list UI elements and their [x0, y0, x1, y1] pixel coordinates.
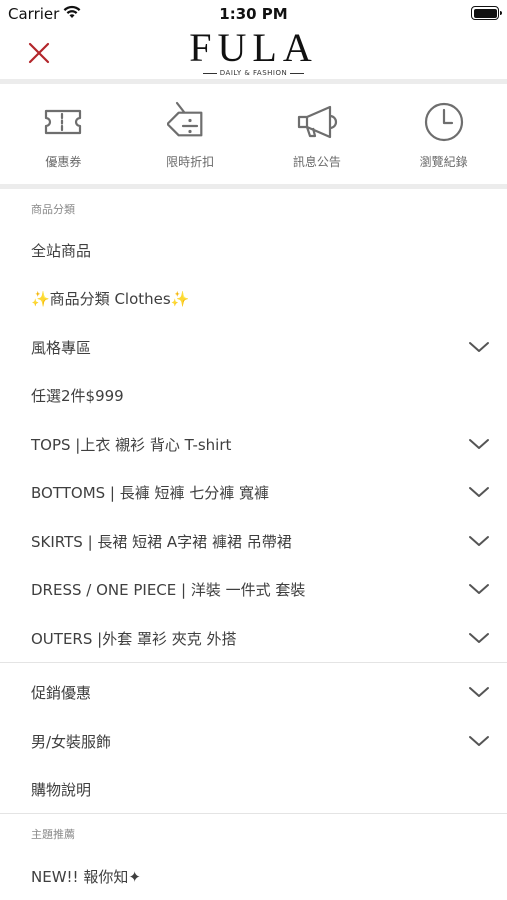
menu-item-apparel[interactable]: 男/女裝服飾	[0, 717, 507, 765]
menu-item-label: 風格專區	[31, 339, 92, 357]
section-divider	[0, 813, 507, 814]
section-divider	[0, 662, 507, 663]
menu-item-clothes[interactable]: ✨商品分類 Clothes✨	[0, 274, 507, 322]
coupon-ticket-icon	[45, 109, 82, 135]
menu-item-label: 全站商品	[31, 242, 92, 260]
menu-item-bottoms[interactable]: BOTTOMS | 長褲 短褲 七分褲 寬褲	[0, 468, 507, 516]
menu-item-label: OUTERS |外套 罩衫 夾克 外搭	[31, 630, 237, 648]
menu-item-tops[interactable]: TOPS |上衣 襯衫 背心 T-shirt	[0, 420, 507, 468]
chevron-down-icon[interactable]	[467, 683, 491, 701]
chevron-down-icon[interactable]	[467, 732, 491, 750]
menu-item-label: ✨商品分類 Clothes✨	[31, 290, 190, 308]
discount-tag-icon	[167, 101, 203, 137]
chevron-down-icon[interactable]	[467, 580, 491, 598]
brand-logo: FULA DAILY & FASHION	[0, 25, 507, 78]
quick-link-coupon[interactable]: 優惠券	[0, 85, 127, 185]
quick-links: 優惠券 限時折扣 訊息公告 瀏覽紀錄	[0, 85, 507, 185]
chevron-down-icon[interactable]	[467, 338, 491, 356]
logo-tagline: DAILY & FASHION	[0, 69, 507, 77]
menu-item-label: 購物說明	[31, 781, 92, 799]
quick-links-divider	[0, 184, 507, 189]
quick-link-history[interactable]: 瀏覽紀錄	[380, 85, 507, 185]
close-icon[interactable]	[24, 38, 54, 68]
quick-link-label: 訊息公告	[292, 155, 341, 169]
chevron-down-icon[interactable]	[467, 435, 491, 453]
status-bar: Carrier 1:30 PM	[0, 0, 507, 28]
quick-link-label: 優惠券	[45, 155, 82, 169]
menu-item-shopping-guide[interactable]: 購物說明	[0, 765, 507, 813]
logo-dash-left	[203, 72, 218, 74]
menu-item-skirts[interactable]: SKIRTS | 長裙 短裙 A字裙 褲裙 吊帶裙	[0, 517, 507, 565]
header-divider	[0, 79, 507, 84]
menu-item-promotions[interactable]: 促銷優惠	[0, 668, 507, 716]
quick-link-label: 瀏覽紀錄	[419, 155, 468, 169]
menu-item-all-products[interactable]: 全站商品	[0, 226, 507, 274]
quick-link-discount[interactable]: 限時折扣	[127, 85, 254, 185]
megaphone-icon	[297, 105, 337, 139]
section-title-categories: 商品分類	[31, 203, 75, 216]
menu-item-dress[interactable]: DRESS / ONE PIECE | 洋裝 一件式 套裝	[0, 565, 507, 613]
header: FULA DAILY & FASHION	[0, 28, 507, 80]
menu-item-label: 男/女裝服飾	[31, 733, 112, 751]
chevron-down-icon[interactable]	[467, 483, 491, 501]
menu-item-label: 促銷優惠	[31, 684, 92, 702]
quick-link-label: 限時折扣	[166, 155, 215, 169]
battery-icon	[471, 6, 502, 20]
menu-item-pick-two[interactable]: 任選2件$999	[0, 371, 507, 419]
chevron-down-icon[interactable]	[467, 629, 491, 647]
menu-item-new-arrivals[interactable]: NEW!! 報你知✦	[0, 852, 507, 900]
menu-item-label: NEW!! 報你知✦	[31, 868, 141, 886]
menu-item-label: SKIRTS | 長裙 短裙 A字裙 褲裙 吊帶裙	[31, 533, 292, 551]
section-title-themes: 主題推薦	[31, 828, 75, 841]
status-time: 1:30 PM	[219, 5, 288, 23]
menu-item-outers[interactable]: OUTERS |外套 罩衫 夾克 外搭	[0, 614, 507, 662]
menu-item-label: BOTTOMS | 長褲 短褲 七分褲 寬褲	[31, 484, 270, 502]
menu-item-label: 任選2件$999	[31, 387, 124, 405]
logo-dash-right	[289, 72, 304, 74]
menu-item-style-zone[interactable]: 風格專區	[0, 323, 507, 371]
chevron-down-icon[interactable]	[467, 532, 491, 550]
logo-text: FULA	[189, 25, 318, 70]
quick-link-announcements[interactable]: 訊息公告	[254, 85, 381, 185]
logo-tagline-text: DAILY & FASHION	[219, 69, 288, 77]
menu-item-label: DRESS / ONE PIECE | 洋裝 一件式 套裝	[31, 581, 306, 599]
clock-icon	[424, 102, 463, 142]
menu-item-label: TOPS |上衣 襯衫 背心 T-shirt	[31, 436, 232, 454]
